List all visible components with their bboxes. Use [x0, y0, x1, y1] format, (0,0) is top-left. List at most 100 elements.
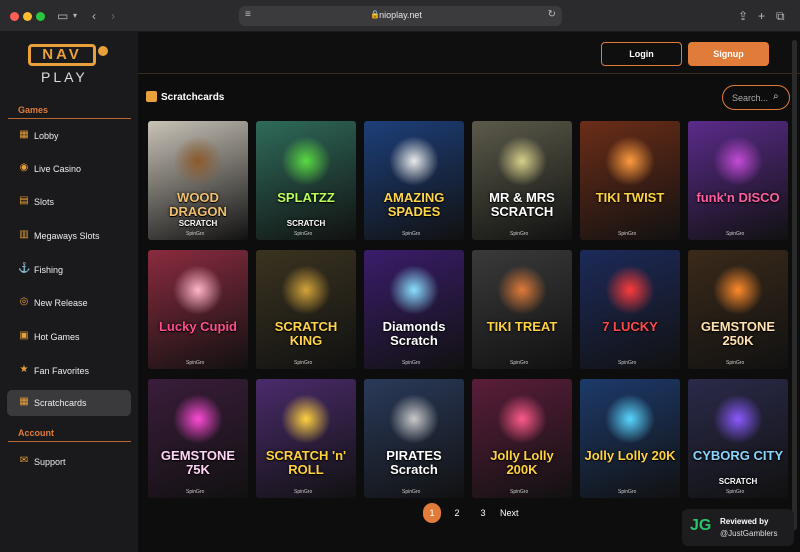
forward-icon[interactable]: ›	[111, 8, 115, 24]
close-window-button[interactable]	[10, 12, 19, 21]
sidebar-item-fishing[interactable]: ⚓ Fishing	[7, 257, 131, 283]
page-3-button[interactable]: 3	[474, 503, 492, 523]
new-release-icon: ◎	[19, 296, 29, 307]
sidebar-item-fan-favorites[interactable]: ★ Fan Favorites	[7, 358, 131, 384]
badge-line-2: @JustGamblers	[720, 529, 778, 538]
sidebar-item-label: Support	[34, 457, 66, 467]
next-page-button[interactable]: Next	[500, 508, 519, 518]
star-icon: ★	[19, 364, 29, 375]
sidebar-item-label: New Release	[34, 298, 88, 308]
sidebar-item-live-casino[interactable]: ◉ Live Casino	[7, 156, 131, 182]
game-card[interactable]: AMAZING SPADES SpinGro	[364, 121, 464, 240]
games-section-title: Games	[18, 105, 49, 115]
provider-tag: SpinGro	[618, 489, 637, 495]
game-card[interactable]: PIRATES Scratch SpinGro	[364, 379, 464, 498]
game-card[interactable]: Jolly Lolly 20K SpinGro	[580, 379, 680, 498]
game-artwork	[173, 394, 223, 444]
support-icon: ✉	[19, 455, 29, 466]
provider-tag: SpinGro	[402, 360, 421, 366]
sidebar-item-support[interactable]: ✉ Support	[7, 449, 131, 475]
sidebar: NAV PLAY Games ▦ Lobby ◉ Live Casino ▤ S…	[0, 32, 138, 552]
address-bar[interactable]: ≡ 🔒 nioplay.net ↻	[239, 6, 562, 26]
game-title: Diamonds Scratch	[382, 319, 446, 348]
site-logo[interactable]: NAV PLAY	[28, 44, 112, 86]
fishing-icon: ⚓	[18, 263, 31, 274]
game-card[interactable]: 7 LUCKY SpinGro	[580, 250, 680, 369]
scrollbar[interactable]	[792, 40, 797, 530]
search-placeholder: Search...	[732, 93, 769, 103]
game-card[interactable]: SPLATZZ SCRATCH SpinGro	[256, 121, 356, 240]
share-icon[interactable]: ⇪	[738, 8, 748, 24]
reviewed-by-badge[interactable]: JG Reviewed by @JustGamblers	[682, 509, 794, 546]
game-artwork	[497, 394, 547, 444]
account-section-title: Account	[18, 428, 54, 438]
sidebar-toggle-icon[interactable]: ▭	[57, 8, 68, 24]
search-input[interactable]: Search... ⌕	[722, 85, 790, 110]
game-grid: WOOD DRAGON SCRATCH SpinGro SPLATZZ SCRATCH S…	[148, 121, 788, 499]
game-card[interactable]: TIKI TREAT SpinGro	[472, 250, 572, 369]
game-subtitle: SCRATCH	[178, 219, 218, 228]
new-tab-icon[interactable]: +	[758, 8, 765, 24]
game-card[interactable]: SCRATCH KING SpinGro	[256, 250, 356, 369]
browser-chrome: ▭ ▾ ‹ › ≡ 🔒 nioplay.net ↻ ⇪ + ⧉	[0, 0, 800, 32]
provider-tag: SpinGro	[186, 360, 205, 366]
game-card[interactable]: Diamonds Scratch SpinGro	[364, 250, 464, 369]
minimize-window-button[interactable]	[23, 12, 32, 21]
sidebar-item-slots[interactable]: ▤ Slots	[7, 189, 131, 215]
reload-icon[interactable]: ↻	[548, 9, 556, 20]
slots-icon: ▤	[19, 195, 29, 206]
maximize-window-button[interactable]	[36, 12, 45, 21]
provider-tag: SpinGro	[618, 360, 637, 366]
game-card[interactable]: Lucky Cupid SpinGro	[148, 250, 248, 369]
game-artwork	[281, 136, 331, 186]
sidebar-item-scratchcards[interactable]: ▦ Scratchcards	[7, 390, 131, 416]
game-title: SPLATZZ	[277, 190, 335, 205]
provider-tag: SpinGro	[294, 360, 313, 366]
game-card[interactable]: Jolly Lolly 200K SpinGro	[472, 379, 572, 498]
game-title: GEMSTONE 75K	[160, 448, 236, 477]
page-1-button[interactable]: 1	[423, 503, 441, 523]
provider-tag: SpinGro	[618, 231, 637, 237]
game-card[interactable]: WOOD DRAGON SCRATCH SpinGro	[148, 121, 248, 240]
game-card[interactable]: SCRATCH 'n' ROLL SpinGro	[256, 379, 356, 498]
sidebar-item-label: Live Casino	[34, 164, 82, 174]
provider-tag: SpinGro	[510, 360, 529, 366]
game-title: GEMSTONE 250K	[700, 319, 776, 348]
game-title: Jolly Lolly 200K	[490, 448, 554, 477]
divider	[8, 441, 131, 442]
page-2-button[interactable]: 2	[448, 503, 466, 523]
back-icon[interactable]: ‹	[92, 8, 96, 24]
chevron-down-icon[interactable]: ▾	[73, 8, 77, 24]
login-button[interactable]: Login	[601, 42, 682, 66]
game-card[interactable]: CYBORG CITY SCRATCH SpinGro	[688, 379, 788, 498]
game-card[interactable]: GEMSTONE 75K SpinGro	[148, 379, 248, 498]
game-artwork	[713, 136, 763, 186]
game-artwork	[173, 265, 223, 315]
game-artwork	[713, 265, 763, 315]
game-title: MR & MRS SCRATCH	[489, 190, 555, 219]
sidebar-item-hot-games[interactable]: ▣ Hot Games	[7, 324, 131, 350]
game-artwork	[389, 265, 439, 315]
joystick-icon	[98, 46, 108, 56]
grid-icon: ▦	[19, 396, 29, 407]
provider-tag: SpinGro	[726, 231, 745, 237]
sidebar-item-lobby[interactable]: ▦ Lobby	[7, 123, 131, 149]
game-artwork	[173, 136, 223, 186]
game-artwork	[497, 265, 547, 315]
game-card[interactable]: GEMSTONE 250K SpinGro	[688, 250, 788, 369]
signup-button[interactable]: Signup	[688, 42, 769, 66]
game-card[interactable]: funk'n DISCO SpinGro	[688, 121, 788, 240]
game-card[interactable]: TIKI TWIST SpinGro	[580, 121, 680, 240]
sidebar-item-new-release[interactable]: ◎ New Release	[7, 290, 131, 316]
sidebar-item-megaways-slots[interactable]: ▥ Megaways Slots	[7, 223, 131, 249]
game-title: TIKI TREAT	[486, 319, 558, 334]
search-icon: ⌕	[773, 91, 779, 102]
game-card[interactable]: MR & MRS SCRATCH SpinGro	[472, 121, 572, 240]
provider-tag: SpinGro	[186, 231, 205, 237]
logo-top-text: NAV	[28, 44, 96, 66]
game-artwork	[605, 265, 655, 315]
tab-overview-icon[interactable]: ⧉	[776, 8, 785, 24]
url-text: nioplay.net	[379, 10, 422, 20]
logo-bottom-text: PLAY	[41, 69, 88, 85]
game-artwork	[713, 394, 763, 444]
